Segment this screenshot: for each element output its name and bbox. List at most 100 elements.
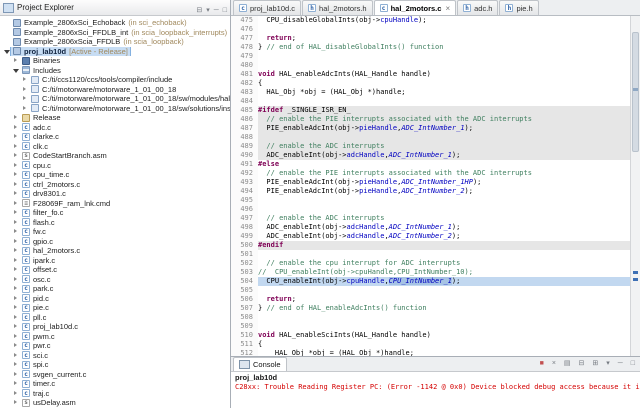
line-number[interactable]: 481 — [231, 70, 258, 79]
maximize-icon[interactable]: □ — [631, 360, 635, 368]
editor-tab-adc-h[interactable]: h adc.h — [457, 0, 499, 15]
expander-icon[interactable] — [12, 379, 20, 388]
code-line-490[interactable]: 490 ADC_enableInt(obj->adcHandle,ADC_Int… — [231, 151, 631, 160]
code-line-477[interactable]: 477 return; — [231, 34, 631, 43]
code-line-495[interactable]: 495 — [231, 196, 631, 205]
code-line-512[interactable]: 512 HAL_Obj *obj = (HAL_Obj *)handle; — [231, 349, 631, 356]
expander-icon[interactable] — [12, 132, 20, 141]
code-line-497[interactable]: 497 // enable the ADC interrupts — [231, 214, 631, 223]
expander-icon[interactable] — [12, 56, 20, 65]
tree-item-pwr-c[interactable]: c pwr.c — [0, 341, 230, 351]
expander-icon[interactable] — [12, 113, 20, 122]
code-line-498[interactable]: 498 ADC_enableInt(obj->adcHandle,ADC_Int… — [231, 223, 631, 232]
code-line-506[interactable]: 506 return; — [231, 295, 631, 304]
word-wrap-icon[interactable]: ⊞ — [592, 360, 598, 368]
code-line-504[interactable]: 504 CPU_enableInt(obj->cpuHandle,CPU_Int… — [231, 277, 631, 286]
expander-icon[interactable] — [12, 151, 20, 160]
expander-icon[interactable] — [12, 389, 20, 398]
line-number[interactable]: 497 — [231, 214, 258, 223]
tree-item-c-ti-motorware-motorware-1-01-00-18-sw-solutions-instaspin-foc-boa[interactable]: C:/ti/motorware/motorware_1_01_00_18/sw/… — [0, 104, 230, 114]
overview-occurrence-mark[interactable] — [633, 271, 638, 274]
expander-icon[interactable] — [21, 75, 29, 84]
expander-icon[interactable] — [12, 332, 20, 341]
tree-item-pid-c[interactable]: c pid.c — [0, 294, 230, 304]
tree-item-example-2806xsci-ffdlb-int[interactable]: Example_2806xSci_FFDLB_int (in scia_loopb… — [0, 28, 230, 38]
tree-item-codestartbranch-asm[interactable]: s CodeStartBranch.asm — [0, 151, 230, 161]
editor-tab-hal-2motors-c[interactable]: c hal_2motors.c × — [373, 0, 457, 15]
code-line-511[interactable]: 511{ — [231, 340, 631, 349]
line-number[interactable]: 496 — [231, 205, 258, 214]
code-line-478[interactable]: 478} // end of HAL_disableGlobalInts() f… — [231, 43, 631, 52]
expander-icon[interactable] — [12, 265, 20, 274]
tree-item-adc-c[interactable]: c adc.c — [0, 123, 230, 133]
tree-item-f28069f-ram-lnk-cmd[interactable]: ≡ F28069F_ram_lnk.cmd — [0, 199, 230, 209]
line-number[interactable]: 476 — [231, 25, 258, 34]
line-number[interactable]: 484 — [231, 97, 258, 106]
line-number[interactable]: 504 — [231, 277, 258, 286]
line-number[interactable]: 492 — [231, 169, 258, 178]
expander-icon[interactable] — [12, 227, 20, 236]
tab-console[interactable]: Console — [233, 357, 287, 371]
tree-item-pll-c[interactable]: c pll.c — [0, 313, 230, 323]
expander-icon[interactable] — [12, 322, 20, 331]
view-menu-icon[interactable]: ▾ — [206, 7, 210, 14]
expander-icon[interactable] — [3, 47, 11, 56]
expander-icon[interactable] — [12, 256, 20, 265]
line-number[interactable]: 482 — [231, 79, 258, 88]
overview-ruler[interactable] — [630, 16, 640, 356]
tree-item-sci-c[interactable]: c sci.c — [0, 351, 230, 361]
code-line-510[interactable]: 510 void HAL_enableSciInts(HAL_Handle han… — [231, 331, 631, 340]
code-editor[interactable]: 475 CPU_disableGlobalInts(obj->cpuHandle… — [231, 16, 640, 356]
line-number[interactable]: 475 — [231, 16, 258, 25]
tree-item-example-2806xscia-ffdlb[interactable]: Example_2806xScia_FFDLB (in scia_loopback… — [0, 37, 230, 47]
code-line-507[interactable]: 507} // end of HAL_enableAdcInts() funct… — [231, 304, 631, 313]
expander-icon[interactable] — [12, 123, 20, 132]
line-number[interactable]: 480 — [231, 61, 258, 70]
expander-icon[interactable] — [12, 284, 20, 293]
code-line-501[interactable]: 501 — [231, 250, 631, 259]
code-line-481[interactable]: 481 void HAL_enableAdcInts(HAL_Handle han… — [231, 70, 631, 79]
line-number[interactable]: 494 — [231, 187, 258, 196]
collapse-all-icon[interactable]: ⊟ — [196, 7, 202, 14]
tree-item-park-c[interactable]: c park.c — [0, 284, 230, 294]
code-line-482[interactable]: 482{ — [231, 79, 631, 88]
editor-tab-hal-2motors-h[interactable]: h hal_2motors.h — [302, 0, 373, 15]
expander-icon[interactable] — [21, 104, 29, 113]
overview-mark[interactable] — [633, 88, 638, 91]
code-line-503[interactable]: 503// CPU_enableInt(obj->cpuHandle,CPU_I… — [231, 268, 631, 277]
code-line-496[interactable]: 496 — [231, 205, 631, 214]
tree-item-release[interactable]: Release — [0, 113, 230, 123]
line-number[interactable]: 505 — [231, 286, 258, 295]
line-number[interactable]: 512 — [231, 349, 258, 356]
code-line-508[interactable]: 508 — [231, 313, 631, 322]
line-number[interactable]: 506 — [231, 295, 258, 304]
expander-icon[interactable] — [12, 313, 20, 322]
line-number[interactable]: 503 — [231, 268, 258, 277]
line-number[interactable]: 486 — [231, 115, 258, 124]
tree-item-timer-c[interactable]: c timer.c — [0, 379, 230, 389]
code-line-487[interactable]: 487 PIE_enableAdcInt(obj->pieHandle,ADC_… — [231, 124, 631, 133]
tree-item-cpu-time-c[interactable]: c cpu_time.c — [0, 170, 230, 180]
code-line-485[interactable]: 485 #ifdef _SINGLE_ISR_EN_ — [231, 106, 631, 115]
line-number[interactable]: 500 — [231, 241, 258, 250]
tree-item-c-ti-ccs1120-ccs-tools-compiler-include[interactable]: C:/ti/ccs1120/ccs/tools/compiler/include — [0, 75, 230, 85]
line-number[interactable]: 507 — [231, 304, 258, 313]
expander-icon[interactable] — [12, 370, 20, 379]
editor-tab-pie-h[interactable]: h pie.h — [499, 0, 539, 15]
code-line-491[interactable]: 491 #else — [231, 160, 631, 169]
expander-icon[interactable] — [12, 199, 20, 208]
code-line-480[interactable]: 480 — [231, 61, 631, 70]
line-number[interactable]: 490 — [231, 151, 258, 160]
line-number[interactable]: 498 — [231, 223, 258, 232]
code-line-484[interactable]: 484 — [231, 97, 631, 106]
scroll-lock-icon[interactable]: ⊟ — [579, 360, 585, 368]
line-number[interactable]: 487 — [231, 124, 258, 133]
expander-icon[interactable] — [12, 398, 20, 407]
tree-item-gpio-c[interactable]: c gpio.c — [0, 237, 230, 247]
code-line-505[interactable]: 505 — [231, 286, 631, 295]
code-line-488[interactable]: 488 — [231, 133, 631, 142]
clear-console-icon[interactable]: ▤ — [564, 360, 571, 368]
tree-item-proj-lab10d[interactable]: proj_lab10d [Active - Release] — [0, 46, 230, 56]
code-line-479[interactable]: 479 — [231, 52, 631, 61]
tree-item-fw-c[interactable]: c fw.c — [0, 227, 230, 237]
